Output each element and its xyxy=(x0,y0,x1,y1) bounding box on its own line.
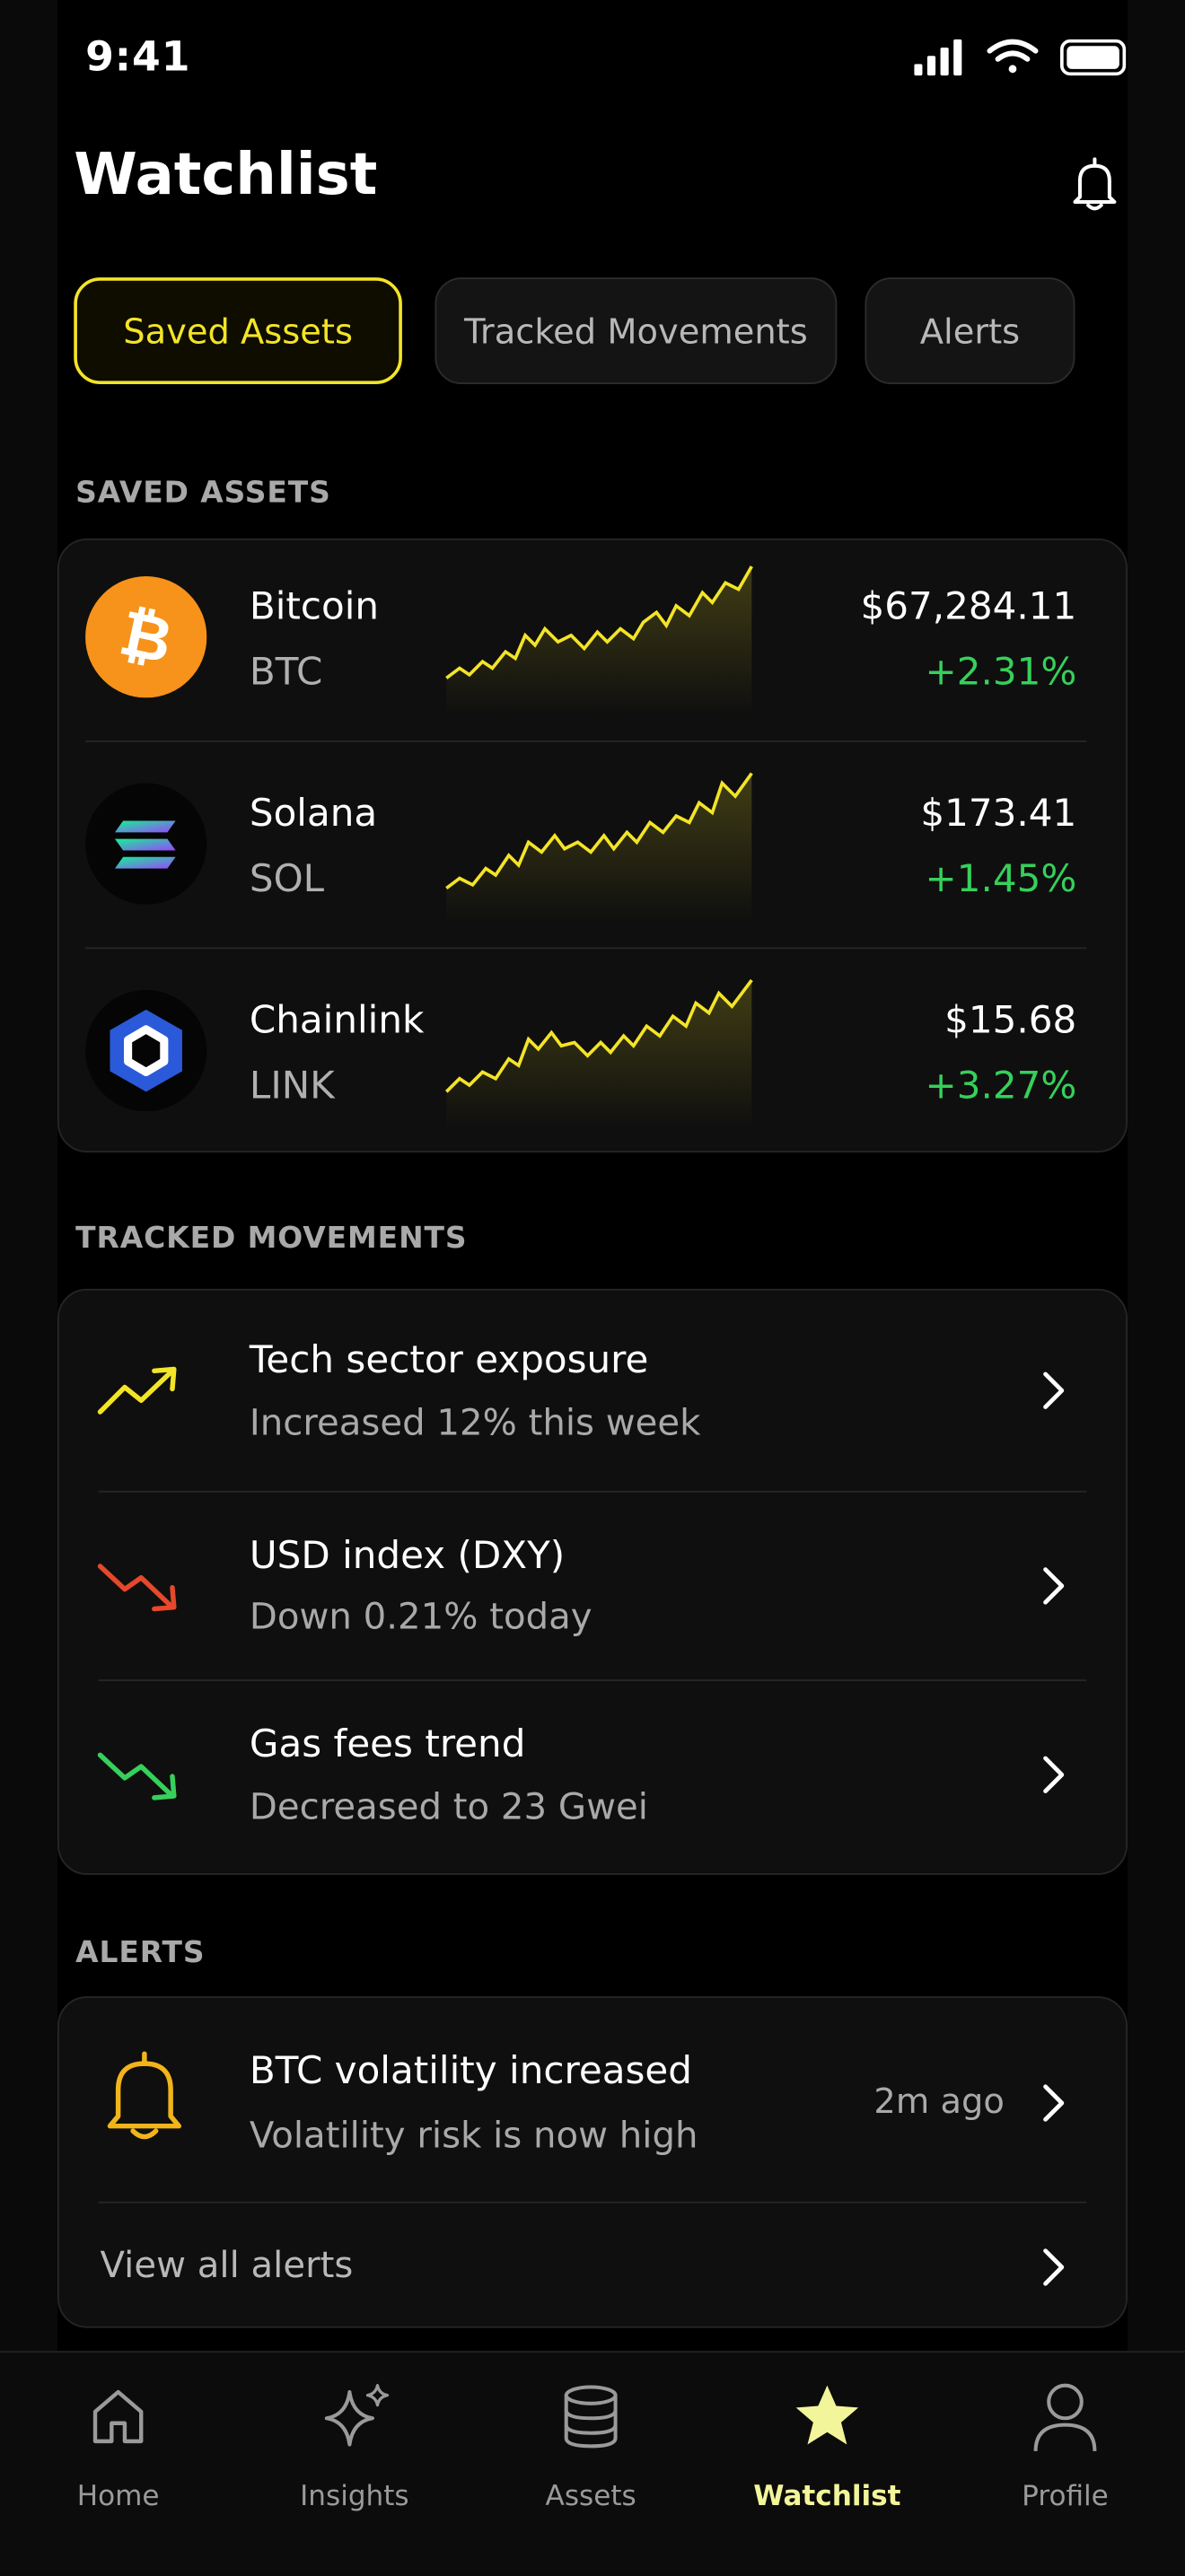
bell-icon xyxy=(107,2051,182,2140)
asset-row-chainlink[interactable]: Chainlink LINK $15.68 +3.27% xyxy=(59,954,1129,1161)
alerts-card: BTC volatility increased Volatility risk… xyxy=(57,1996,1129,2328)
trend-down-icon xyxy=(97,1564,177,1612)
tracked-movements-section-label: TRACKED MOVEMENTS xyxy=(75,1221,468,1257)
movement-row-gas-fees[interactable]: Gas fees trend Decreased to 23 Gwei xyxy=(59,1679,1129,1873)
phone-screen: 9:41 Watchlist Saved Assets Tracked Move… xyxy=(0,0,1185,2576)
database-icon xyxy=(564,2385,618,2449)
chevron-right-icon xyxy=(1043,1756,1065,1793)
tab-tracked-movements[interactable]: Tracked Movements xyxy=(434,277,838,385)
nav-label: Watchlist xyxy=(753,2480,901,2514)
nav-item-assets[interactable]: Assets xyxy=(473,2353,709,2566)
nav-item-insights[interactable]: Insights xyxy=(236,2353,472,2566)
tab-alerts[interactable]: Alerts xyxy=(865,277,1075,385)
nav-label: Profile xyxy=(1022,2480,1109,2514)
trend-down-icon xyxy=(97,1752,177,1801)
alert-title: BTC volatility increased xyxy=(249,2050,692,2094)
divider xyxy=(85,740,1087,742)
asset-price: $67,284.11 xyxy=(860,585,1077,629)
nav-item-watchlist[interactable]: Watchlist xyxy=(709,2353,945,2566)
home-icon xyxy=(92,2389,144,2444)
nav-item-profile[interactable]: Profile xyxy=(947,2353,1183,2566)
person-icon xyxy=(1033,2383,1097,2451)
page-title: Watchlist xyxy=(74,143,378,209)
movement-row-usd-index[interactable]: USD index (DXY) Down 0.21% today xyxy=(59,1491,1129,1679)
movement-title: USD index (DXY) xyxy=(249,1535,566,1578)
status-time: 9:41 xyxy=(85,32,191,81)
asset-ticker: SOL xyxy=(249,858,325,902)
nav-label: Insights xyxy=(300,2480,409,2514)
status-bar: 9:41 xyxy=(57,0,1128,115)
sparkline-chart xyxy=(445,772,753,922)
bottom-nav: Home Insights Assets Watchlist Profile xyxy=(0,2351,1185,2576)
divider xyxy=(85,947,1087,950)
asset-price: $15.68 xyxy=(944,999,1077,1043)
sparkline-chart xyxy=(445,565,753,714)
battery-icon xyxy=(1060,39,1127,76)
saved-assets-card: ₿ Bitcoin BTC $67,284.11 +2.31% Solana S… xyxy=(57,538,1129,1153)
alert-row-btc-volatility[interactable]: BTC volatility increased Volatility risk… xyxy=(59,1998,1129,2202)
bitcoin-icon: ₿ xyxy=(85,576,207,698)
chevron-right-icon xyxy=(1043,2248,1065,2286)
asset-ticker: BTC xyxy=(249,652,323,695)
view-all-alerts-link[interactable]: View all alerts xyxy=(101,2246,354,2287)
asset-name: Chainlink xyxy=(249,999,425,1043)
nav-label: Home xyxy=(76,2480,160,2514)
movement-subtitle: Increased 12% this week xyxy=(249,1403,701,1445)
asset-row-solana[interactable]: Solana SOL $173.41 +1.45% xyxy=(59,747,1129,953)
sparkle-icon xyxy=(324,2384,390,2447)
tracked-movements-card: Tech sector exposure Increased 12% this … xyxy=(57,1288,1129,1875)
wifi-icon xyxy=(987,39,1039,74)
chevron-right-icon xyxy=(1043,1371,1065,1409)
star-icon xyxy=(795,2385,859,2445)
movement-row-tech-sector[interactable]: Tech sector exposure Increased 12% this … xyxy=(59,1291,1129,1491)
asset-row-bitcoin[interactable]: ₿ Bitcoin BTC $67,284.11 +2.31% xyxy=(59,540,1129,747)
asset-change: +3.27% xyxy=(925,1065,1077,1108)
tab-saved-assets[interactable]: Saved Assets xyxy=(74,277,402,385)
asset-price: $173.41 xyxy=(920,793,1077,837)
movement-title: Tech sector exposure xyxy=(249,1339,649,1383)
view-all-alerts-row[interactable]: View all alerts xyxy=(59,2202,1129,2326)
asset-name: Bitcoin xyxy=(249,585,380,629)
app-content: 9:41 Watchlist Saved Assets Tracked Move… xyxy=(57,0,1129,2575)
signal-icon xyxy=(914,39,962,76)
nav-label: Assets xyxy=(545,2480,636,2514)
asset-change: +2.31% xyxy=(925,652,1077,695)
movement-title: Gas fees trend xyxy=(249,1723,526,1767)
nav-item-home[interactable]: Home xyxy=(0,2353,236,2566)
movement-subtitle: Decreased to 23 Gwei xyxy=(249,1787,648,1829)
solana-icon xyxy=(85,783,207,905)
alerts-section-label: ALERTS xyxy=(75,1935,206,1970)
asset-change: +1.45% xyxy=(925,858,1077,902)
status-icons xyxy=(914,39,1127,76)
trend-up-icon xyxy=(97,1366,177,1415)
asset-name: Solana xyxy=(249,793,378,837)
notifications-bell-icon[interactable] xyxy=(1066,154,1125,214)
alert-subtitle: Volatility risk is now high xyxy=(249,2116,698,2158)
chevron-right-icon xyxy=(1043,2084,1065,2122)
chevron-right-icon xyxy=(1043,1567,1065,1605)
chainlink-icon xyxy=(85,989,207,1112)
saved-assets-section-label: SAVED ASSETS xyxy=(75,476,331,511)
alert-timestamp: 2m ago xyxy=(873,2081,1005,2122)
movement-subtitle: Down 0.21% today xyxy=(249,1597,592,1639)
sparkline-chart xyxy=(444,978,753,1128)
asset-ticker: LINK xyxy=(249,1065,335,1108)
